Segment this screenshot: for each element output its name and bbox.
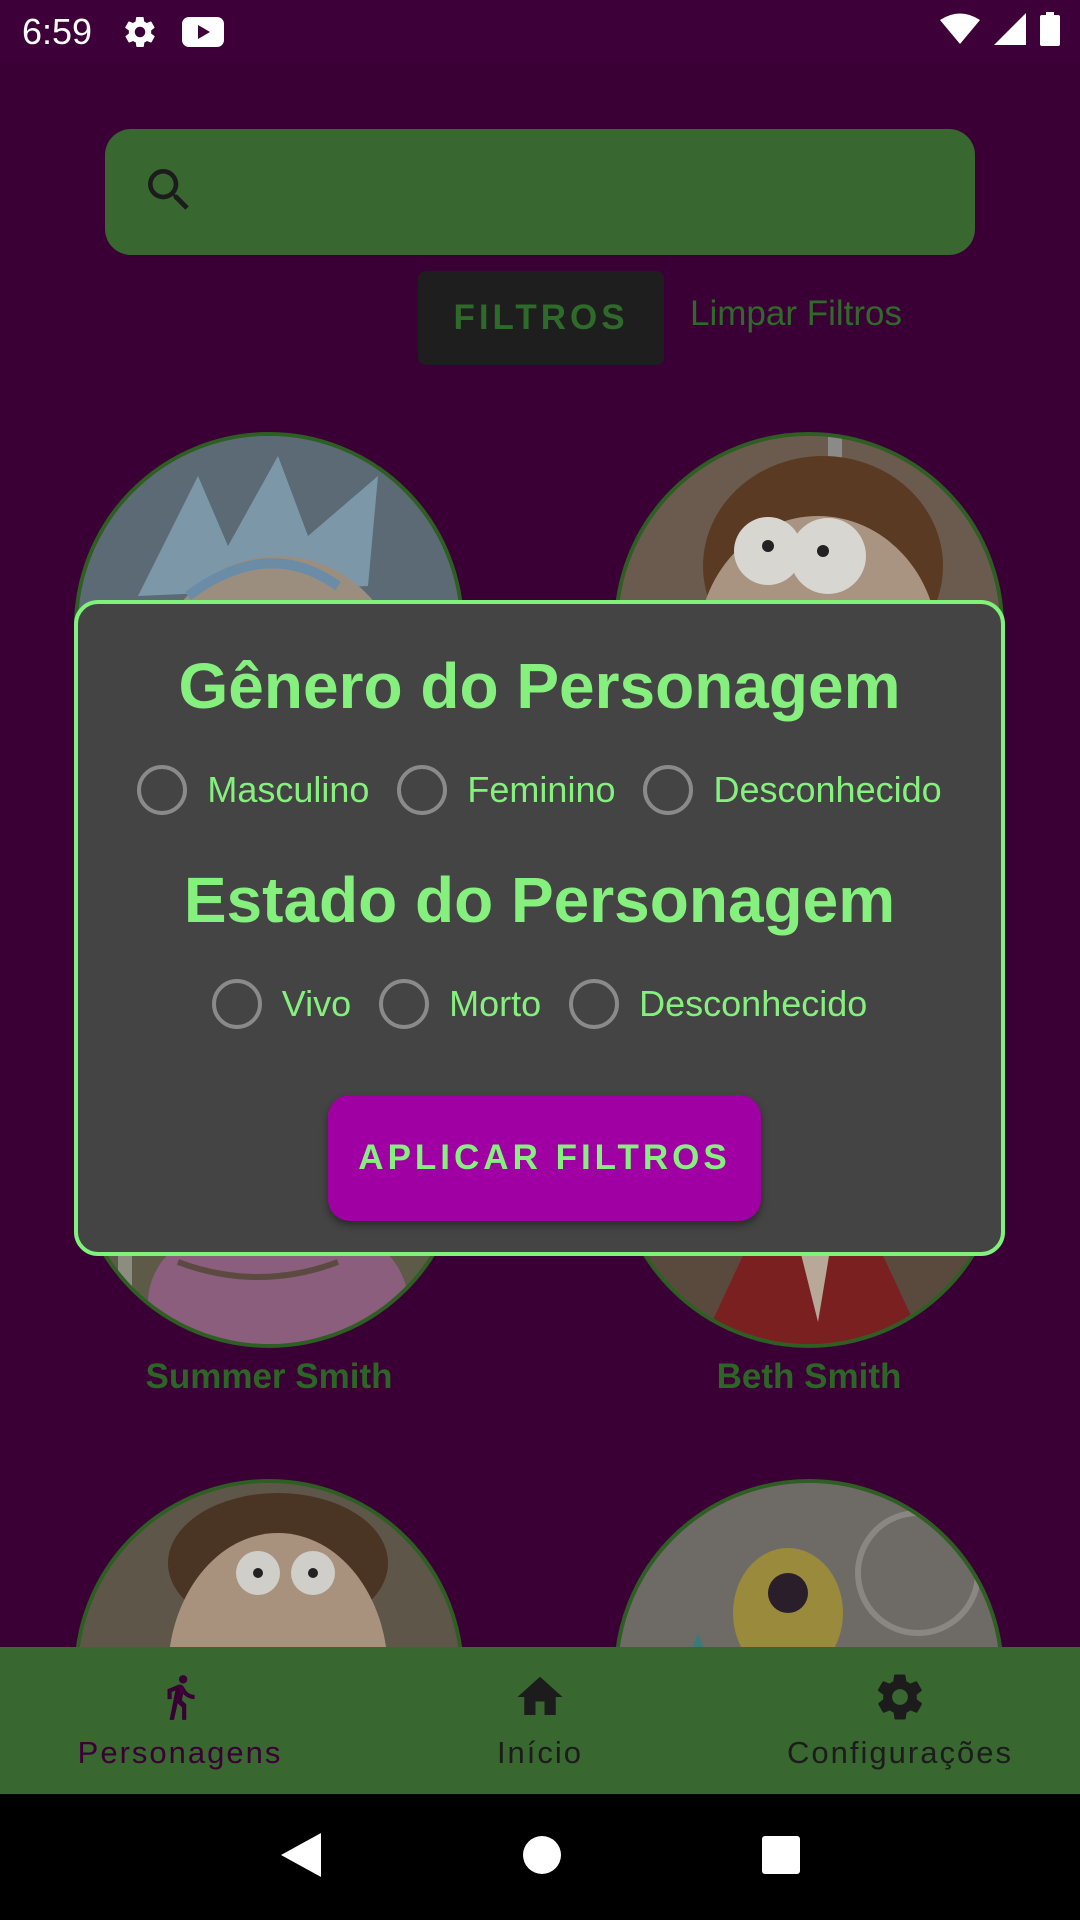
status-title: Estado do Personagem bbox=[183, 864, 896, 936]
radio-label: Vivo bbox=[281, 983, 352, 1024]
character-name-summer: Summer Smith bbox=[145, 1357, 393, 1396]
gear-icon bbox=[873, 1670, 927, 1729]
nav-label: Início bbox=[496, 1735, 584, 1770]
radio-circle[interactable] bbox=[211, 979, 262, 1029]
youtube-icon bbox=[182, 16, 225, 47]
nav-item-personagens[interactable]: Personagens bbox=[0, 1647, 360, 1794]
signal-icon bbox=[994, 13, 1026, 50]
radio-gender-desconhecido[interactable]: Desconhecido bbox=[643, 765, 942, 815]
system-nav-bar bbox=[0, 1794, 1080, 1920]
character-name-beth: Beth Smith bbox=[716, 1357, 902, 1396]
radio-label: Morto bbox=[449, 983, 542, 1024]
status-radio-group: Vivo Morto Desconhecido bbox=[78, 979, 1001, 1029]
radio-circle[interactable] bbox=[397, 765, 448, 815]
radio-morto[interactable]: Morto bbox=[379, 979, 541, 1029]
battery-icon bbox=[1040, 12, 1060, 51]
radio-circle[interactable] bbox=[137, 765, 188, 815]
gender-title: Gênero do Personagem bbox=[178, 650, 901, 722]
radio-label: Masculino bbox=[207, 769, 370, 810]
radio-label: Desconhecido bbox=[713, 769, 942, 810]
radio-label: Feminino bbox=[467, 769, 616, 810]
home-icon bbox=[513, 1670, 567, 1729]
gear-icon bbox=[122, 14, 158, 50]
apply-filters-button[interactable]: APLICAR FILTROS bbox=[328, 1095, 761, 1221]
filter-dialog: Gênero do Personagem Masculino Feminino … bbox=[74, 600, 1005, 1256]
bottom-nav: Personagens Início Configurações bbox=[0, 1647, 1080, 1794]
radio-circle[interactable] bbox=[379, 979, 430, 1029]
home-circle-icon[interactable] bbox=[522, 1835, 562, 1880]
nav-item-inicio[interactable]: Início bbox=[360, 1647, 720, 1794]
back-icon[interactable] bbox=[279, 1831, 323, 1884]
status-right bbox=[940, 0, 1060, 63]
radio-label: Desconhecido bbox=[639, 983, 868, 1024]
radio-feminino[interactable]: Feminino bbox=[397, 765, 615, 815]
search-icon bbox=[141, 162, 197, 223]
app-screen: 6:59 FILTROS Limpar Filtros Summer Smith… bbox=[0, 0, 1080, 1920]
nav-label: Configurações bbox=[787, 1735, 1013, 1770]
radio-vivo[interactable]: Vivo bbox=[211, 979, 352, 1029]
recents-icon[interactable] bbox=[761, 1835, 801, 1880]
nav-label: Personagens bbox=[77, 1735, 283, 1770]
nav-item-configuracoes[interactable]: Configurações bbox=[720, 1647, 1080, 1794]
wifi-icon bbox=[940, 13, 980, 50]
person-icon bbox=[155, 1670, 205, 1729]
filters-button[interactable]: FILTROS bbox=[418, 271, 664, 365]
radio-masculino[interactable]: Masculino bbox=[137, 765, 369, 815]
radio-circle[interactable] bbox=[569, 979, 620, 1029]
radio-status-desconhecido[interactable]: Desconhecido bbox=[569, 979, 867, 1029]
status-bar: 6:59 bbox=[0, 0, 1080, 63]
radio-circle[interactable] bbox=[643, 765, 694, 815]
search-bar[interactable] bbox=[105, 129, 975, 255]
clear-filters-button[interactable]: Limpar Filtros bbox=[690, 294, 902, 334]
status-time: 6:59 bbox=[22, 10, 93, 52]
gender-radio-group: Masculino Feminino Desconhecido bbox=[78, 765, 1001, 815]
